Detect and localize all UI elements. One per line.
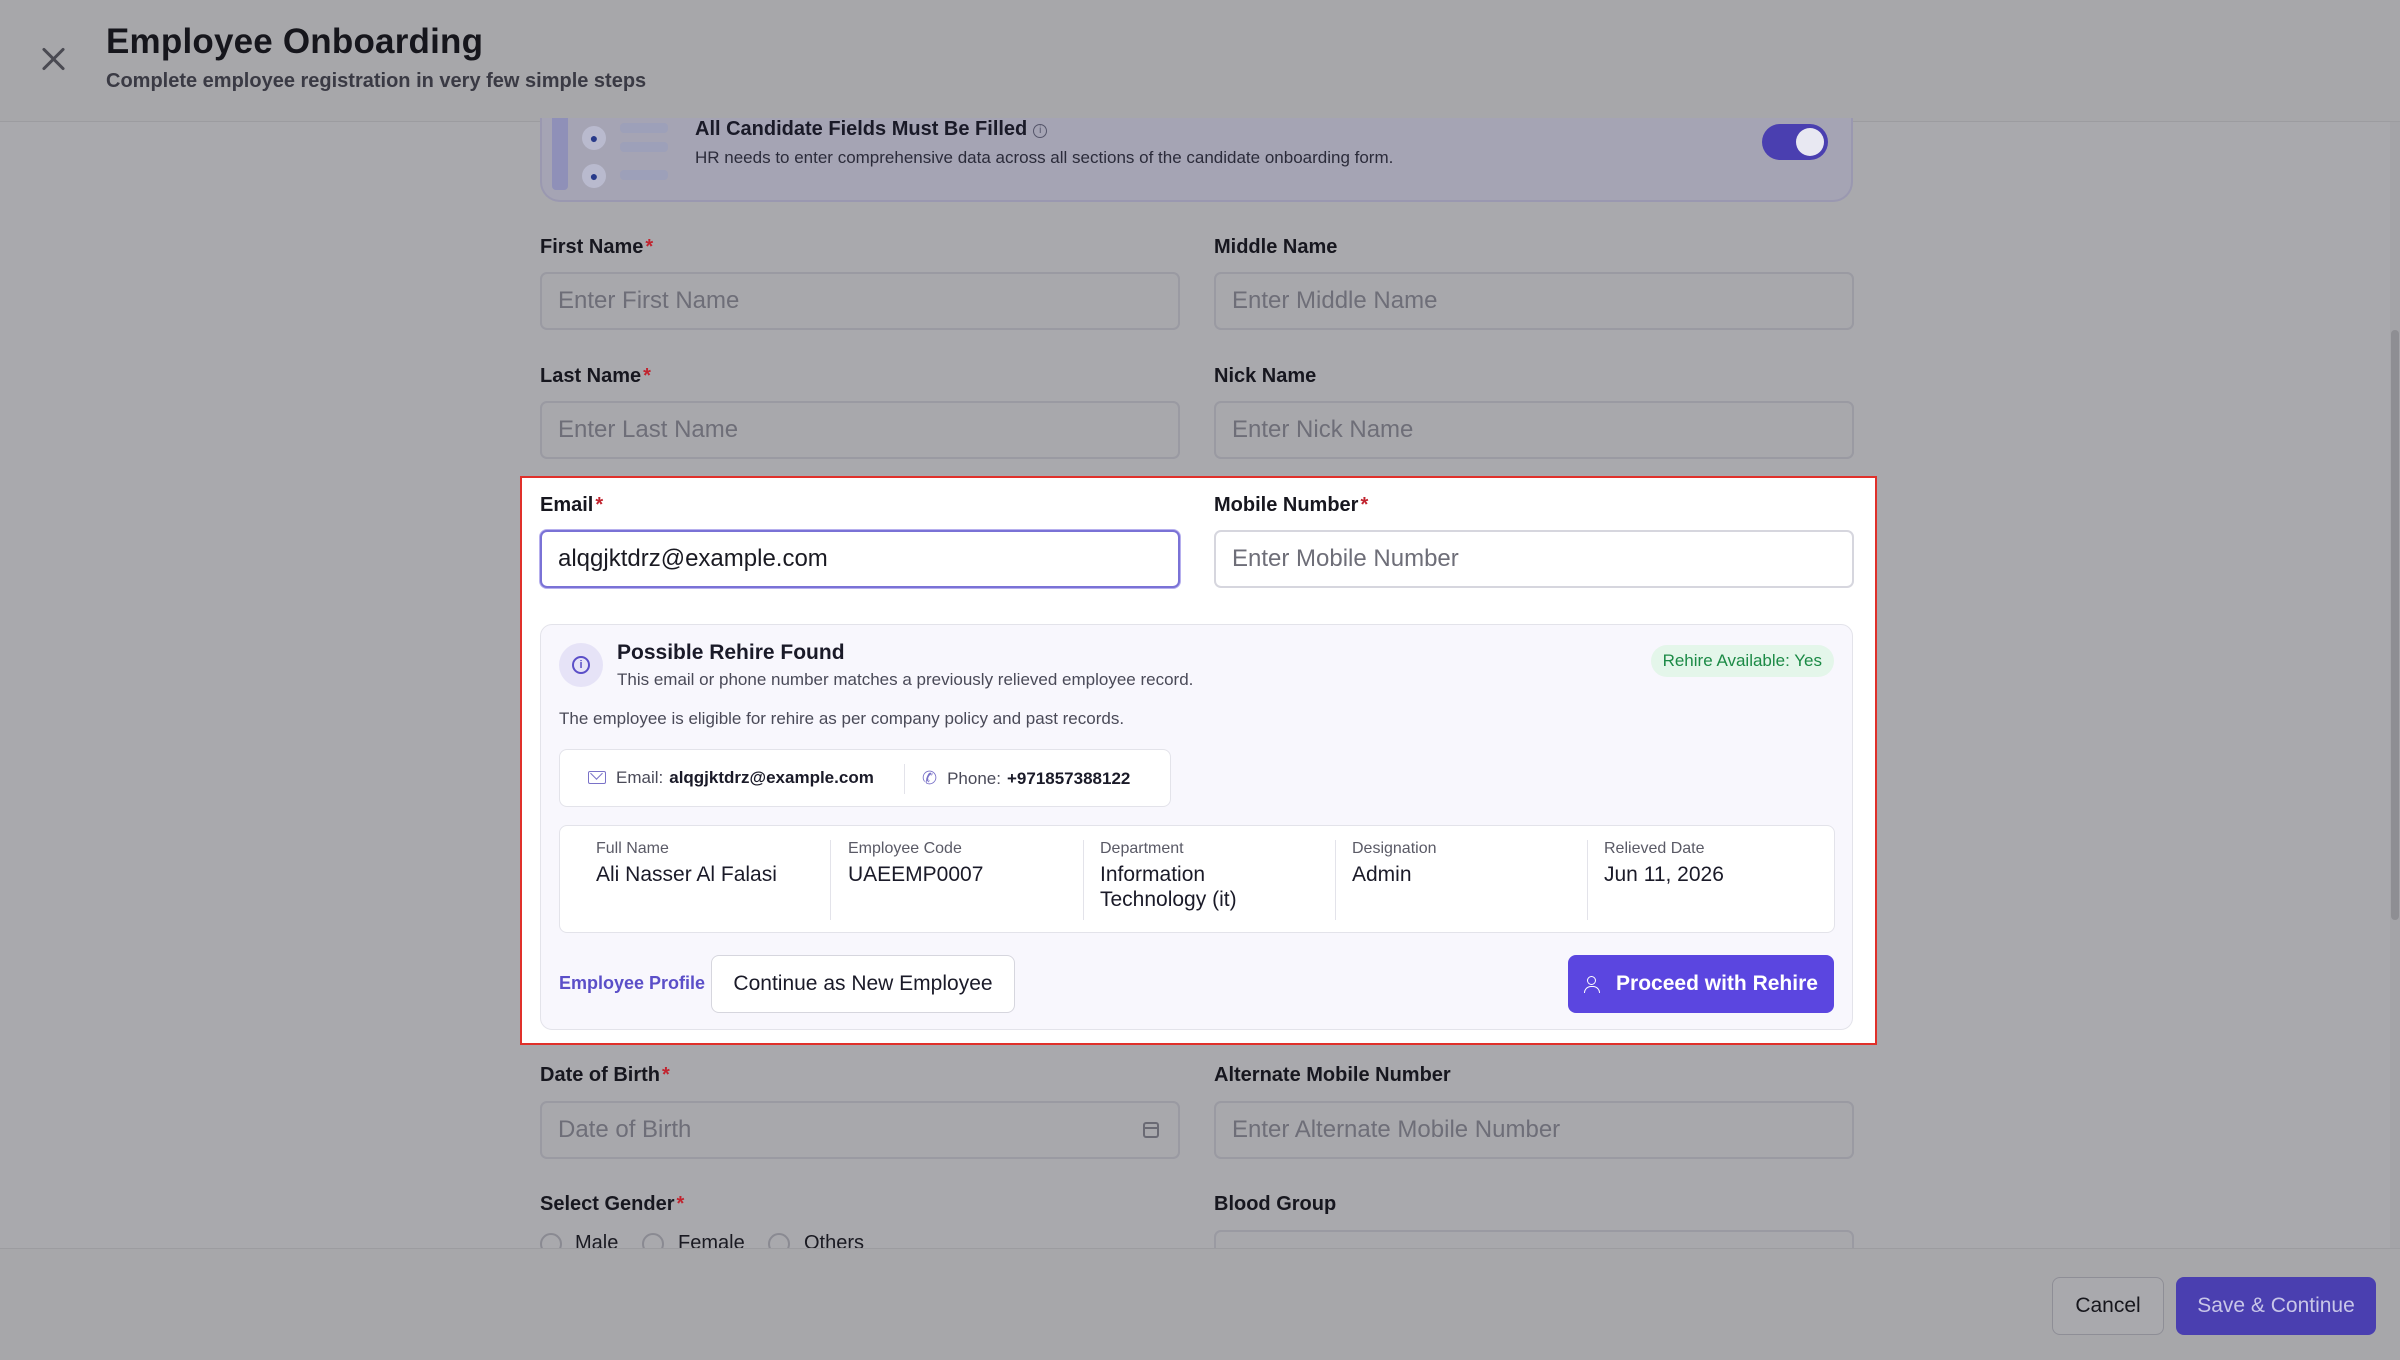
required-fields-toggle[interactable] xyxy=(1762,124,1828,160)
save-continue-button[interactable]: Save & Continue xyxy=(2176,1277,2376,1335)
middle-name-input[interactable] xyxy=(1214,272,1854,330)
detail-department: Department Information Technology (it) xyxy=(1100,840,1237,911)
rehire-card: i Possible Rehire Found This email or ph… xyxy=(540,624,1853,1030)
mobile-number-input[interactable] xyxy=(1214,530,1854,588)
footer-bar: Cancel Save & Continue xyxy=(0,1248,2400,1360)
last-name-label: Last Name * xyxy=(540,365,651,387)
rehire-title: Possible Rehire Found xyxy=(617,641,845,664)
close-icon[interactable] xyxy=(38,44,68,74)
dob-label: Date of Birth * xyxy=(540,1064,670,1086)
employee-details: Full Name Ali Nasser Al Falasi Employee C… xyxy=(559,825,1835,933)
contact-phone: ✆ Phone: +971857388122 xyxy=(922,750,1130,806)
email-input[interactable] xyxy=(540,530,1180,588)
toggle-knob xyxy=(1796,128,1824,156)
first-name-input[interactable] xyxy=(540,272,1180,330)
info-icon: i xyxy=(559,643,603,687)
continue-new-employee-button[interactable]: Continue as New Employee xyxy=(711,955,1015,1013)
scrollbar-thumb[interactable] xyxy=(2391,330,2399,920)
header-bar: Employee Onboarding Complete employee re… xyxy=(0,0,2400,122)
nick-name-label: Nick Name xyxy=(1214,365,1317,387)
cancel-button[interactable]: Cancel xyxy=(2052,1277,2164,1335)
detail-designation: Designation Admin xyxy=(1352,840,1437,886)
page-title: Employee Onboarding xyxy=(106,22,484,61)
banner-title: All Candidate Fields Must Be Filled i xyxy=(695,118,1048,141)
rehire-eligibility-text: The employee is eligible for rehire as p… xyxy=(559,709,1125,728)
info-banner: ● ● All Candidate Fields Must Be Filled i… xyxy=(540,118,1853,202)
users-icon xyxy=(1584,976,1606,993)
banner-description: HR needs to enter comprehensive data acr… xyxy=(695,148,1394,167)
detail-relieved-date: Relieved Date Jun 11, 2026 xyxy=(1604,840,1724,886)
gender-label: Select Gender * xyxy=(540,1193,685,1215)
alt-mobile-input[interactable] xyxy=(1214,1101,1854,1159)
rehire-status-badge: Rehire Available: Yes xyxy=(1650,645,1834,677)
detail-full-name: Full Name Ali Nasser Al Falasi xyxy=(596,840,777,886)
rehire-subtitle: This email or phone number matches a pre… xyxy=(617,670,1194,689)
middle-name-label: Middle Name xyxy=(1214,236,1338,258)
dob-input[interactable] xyxy=(540,1101,1180,1159)
email-label: Email * xyxy=(540,494,604,516)
contact-email: Email: alqgjktdrz@example.com xyxy=(588,750,874,806)
blood-group-label: Blood Group xyxy=(1214,1193,1337,1215)
contact-summary: Email: alqgjktdrz@example.com ✆ Phone: +971… xyxy=(559,749,1171,807)
last-name-input[interactable] xyxy=(540,401,1180,459)
detail-employee-code: Employee Code UAEEMP0007 xyxy=(848,840,984,886)
info-icon[interactable]: i xyxy=(1033,124,1048,138)
mobile-number-label: Mobile Number * xyxy=(1214,494,1369,516)
page-subtitle: Complete employee registration in very f… xyxy=(106,70,647,92)
calendar-icon[interactable] xyxy=(1143,1122,1159,1138)
nick-name-input[interactable] xyxy=(1214,401,1854,459)
banner-illustration: ● ● xyxy=(552,118,668,194)
user-icon: ● xyxy=(582,126,606,150)
user-icon: ● xyxy=(582,164,606,188)
mail-icon xyxy=(588,771,606,784)
employee-profile-link[interactable]: Employee Profile xyxy=(559,973,705,994)
first-name-label: First Name * xyxy=(540,236,654,258)
alt-mobile-label: Alternate Mobile Number xyxy=(1214,1064,1451,1086)
phone-icon: ✆ xyxy=(922,768,938,788)
proceed-rehire-button[interactable]: Proceed with Rehire xyxy=(1568,955,1834,1013)
